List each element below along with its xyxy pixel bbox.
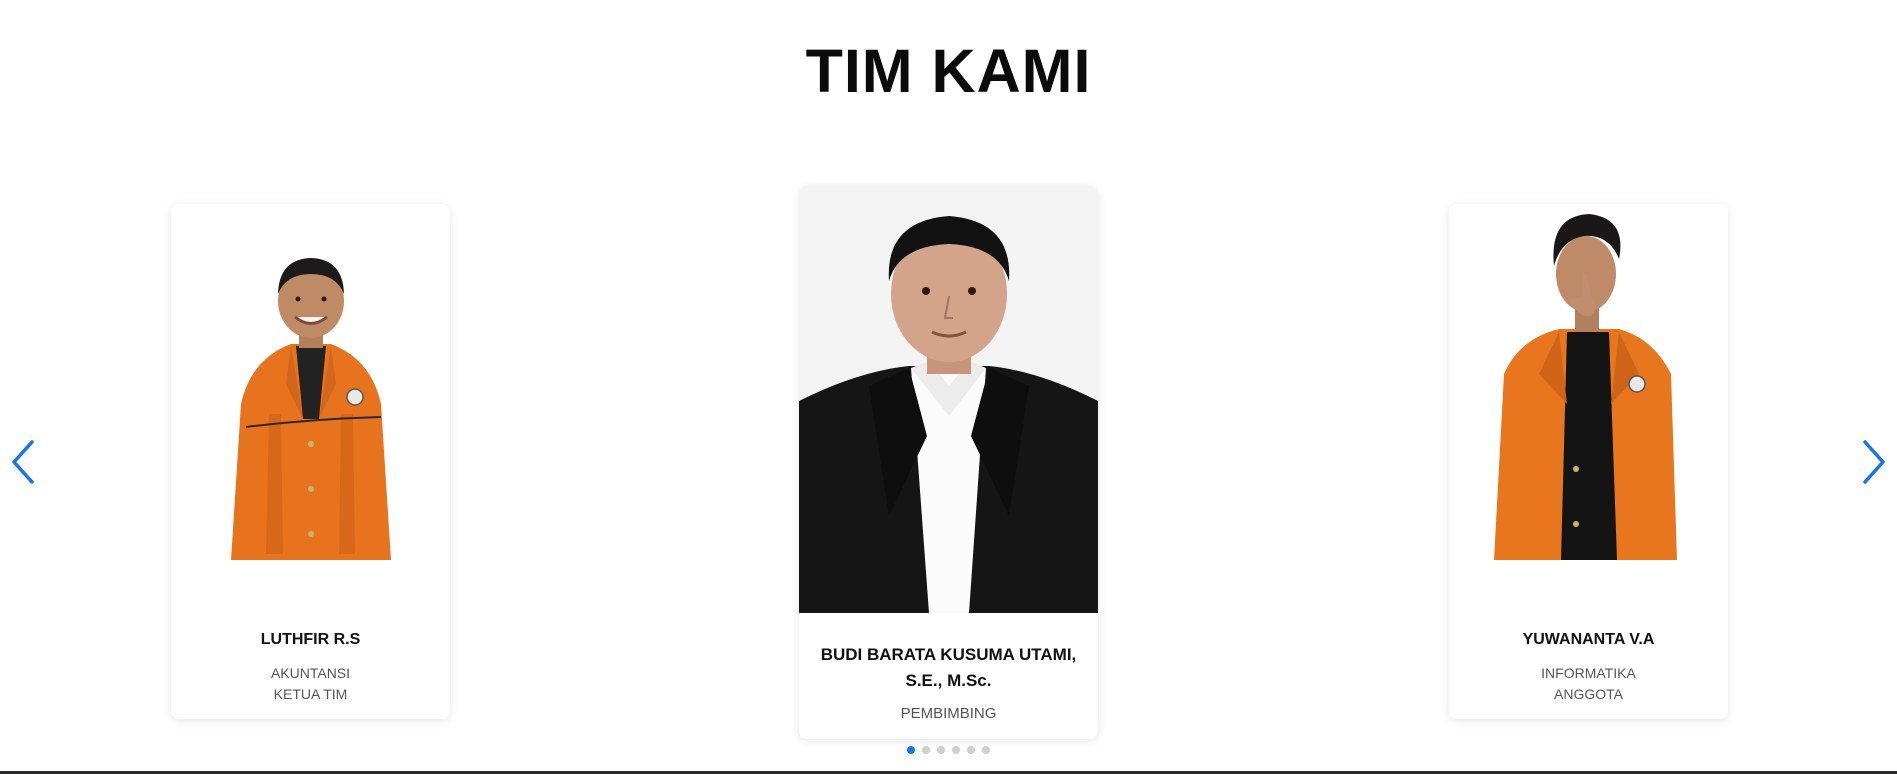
carousel-next-button[interactable] [1855,436,1891,488]
chevron-left-icon [12,440,34,484]
carousel-dot[interactable] [922,746,930,754]
person-orange-jacket-image [1449,204,1728,590]
team-card-center[interactable]: BUDI BARATA KUSUMA UTAMI, S.E., M.Sc. PE… [799,186,1098,739]
carousel-dot[interactable] [967,746,975,754]
team-card-right[interactable]: YUWANANTA V.A INFORMATIKA ANGGOTA [1449,204,1728,719]
member-photo [171,204,450,590]
member-name: LUTHFIR R.S [260,631,361,648]
section-title: TIM KAMI [805,37,1092,105]
member-photo [799,186,1098,613]
carousel-dot[interactable] [952,746,960,754]
carousel-prev-button[interactable] [6,436,42,488]
member-department: AKUNTANSI [270,665,351,681]
member-role: KETUA TIM [273,686,348,702]
member-role: PEMBIMBING [900,705,997,722]
member-name: YUWANANTA V.A [1522,631,1655,648]
carousel-dot[interactable] [937,746,945,754]
team-card-left[interactable]: LUTHFIR R.S AKUNTANSI KETUA TIM [171,204,450,719]
chevron-right-icon [1863,440,1885,484]
carousel-dot[interactable] [907,746,915,754]
member-department: INFORMATIKA [1541,665,1636,681]
member-name: BUDI BARATA KUSUMA UTAMI, S.E., M.Sc. [820,645,1077,690]
member-role: ANGGOTA [1554,686,1623,702]
carousel-pagination [0,746,1897,754]
person-orange-jacket-image [171,204,450,590]
person-black-suit-image [799,186,1098,613]
member-meta: INFORMATIKA ANGGOTA [1449,663,1728,705]
team-section: TIM KAMI LUTHFIR R.S AKUNTANSI KETUA TIM… [0,0,1897,774]
carousel-dot[interactable] [982,746,990,754]
member-meta: AKUNTANSI KETUA TIM [171,663,450,705]
member-photo [1449,204,1728,590]
